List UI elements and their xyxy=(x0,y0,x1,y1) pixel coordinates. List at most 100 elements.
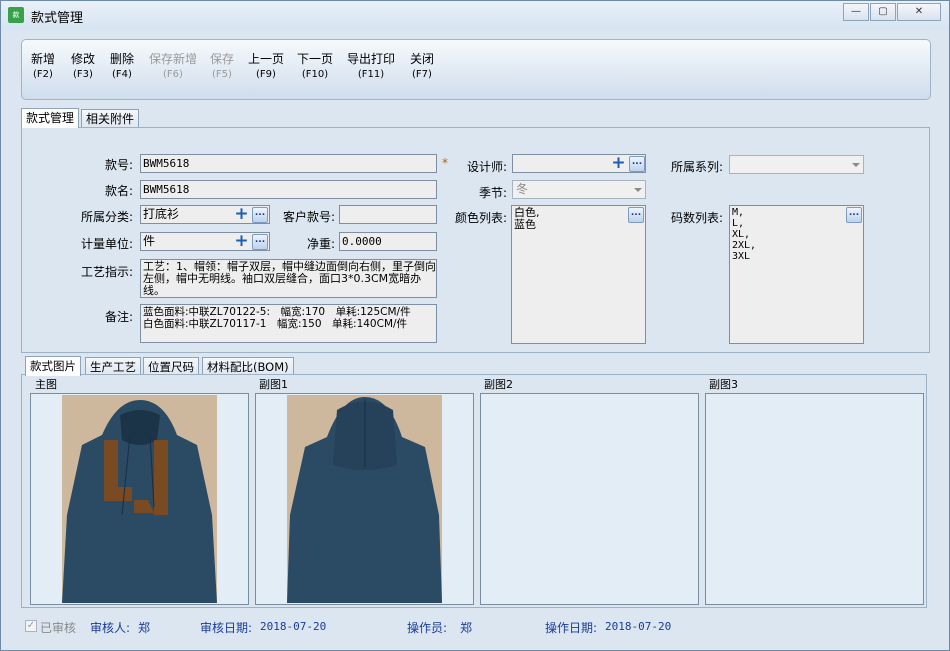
delete-key: (F4) xyxy=(112,69,132,80)
add-key: (F2) xyxy=(33,69,53,80)
net-weight-field[interactable]: 0.0000 xyxy=(339,232,437,251)
size-item: 2XL, xyxy=(732,240,757,251)
colors-list[interactable]: 白色, 蓝色 xyxy=(511,205,646,344)
designer-label: 设计师: xyxy=(466,160,507,174)
save-new-key: (F6) xyxy=(163,69,183,80)
process-field[interactable]: 工艺：1、帽领：帽子双层，帽中缝边面倒向右侧，里子倒向左侧，帽中无明线。袖口双层… xyxy=(140,259,437,298)
size-item: M, xyxy=(732,207,745,218)
style-name-label: 款名: xyxy=(104,184,133,198)
size-item: XL, xyxy=(732,229,751,240)
delete-label: 删除 xyxy=(109,52,134,66)
remark-line-2: 白色面料:中联ZL70117-1 幅宽:150 单耗:140CM/件 xyxy=(143,318,408,330)
title-bar: 款 款式管理 — ▢ ✕ xyxy=(1,1,949,29)
delete-button[interactable]: 删除 (F4) xyxy=(106,52,138,82)
save-button[interactable]: 保存 (F5) xyxy=(207,52,237,82)
tab-attachments[interactable]: 相关附件 xyxy=(81,109,140,128)
remark-field[interactable]: 蓝色面料:中联ZL70122-5: 幅宽:170 单耗:125CM/件 白色面料… xyxy=(140,304,437,343)
designer-browse-button[interactable]: ... xyxy=(629,156,645,172)
main-image-box[interactable] xyxy=(30,393,249,605)
operator-label: 操作员: xyxy=(407,621,448,635)
prev-page-label: 上一页 xyxy=(247,52,284,66)
close-label: 关闭 xyxy=(409,52,434,66)
unit-browse-button[interactable]: ... xyxy=(252,234,268,250)
edit-key: (F3) xyxy=(73,69,93,80)
sub-image-2-box[interactable] xyxy=(480,393,699,605)
sub-image-2-header: 副图2 xyxy=(484,378,513,391)
operator-value: 郑 xyxy=(460,621,473,635)
season-select[interactable]: 冬 xyxy=(512,180,646,199)
maximize-button[interactable]: ▢ xyxy=(870,3,896,21)
add-button[interactable]: 新增 (F2) xyxy=(27,52,59,82)
close-key: (F7) xyxy=(412,69,432,80)
style-no-label: 款号: xyxy=(104,158,133,172)
style-name-field[interactable]: BWM5618 xyxy=(140,180,437,199)
close-window-button[interactable]: ✕ xyxy=(897,3,941,21)
sub-image-3-box[interactable] xyxy=(705,393,924,605)
designer-add-icon[interactable]: + xyxy=(610,155,627,172)
save-new-label: 保存新增 xyxy=(148,52,197,66)
category-add-icon[interactable]: + xyxy=(233,206,250,223)
hoodie-front-image xyxy=(62,395,217,603)
main-image-header: 主图 xyxy=(35,378,57,391)
customer-no-label: 客户款号: xyxy=(282,210,335,224)
category-field[interactable]: 打底衫 xyxy=(140,205,270,224)
color-item: 蓝色 xyxy=(514,218,536,231)
size-item: 3XL xyxy=(732,251,751,262)
hoodie-back-image xyxy=(287,395,442,603)
remark-line-1: 蓝色面料:中联ZL70122-5: 幅宽:170 单耗:125CM/件 xyxy=(143,306,411,318)
prev-page-button[interactable]: 上一页 (F9) xyxy=(246,52,286,82)
tab-style-images[interactable]: 款式图片 xyxy=(25,356,81,376)
hoodie-back-photo xyxy=(287,395,442,603)
toolbar: 新增 (F2) 修改 (F3) 删除 (F4) 保存新增 (F6) 保存 (F5) 上一页… xyxy=(21,39,931,100)
customer-no-field[interactable] xyxy=(339,205,437,224)
edit-label: 修改 xyxy=(70,52,95,66)
colors-label: 颜色列表: xyxy=(454,211,507,225)
window-title: 款式管理 xyxy=(31,11,84,26)
save-new-button[interactable]: 保存新增 (F6) xyxy=(147,52,199,82)
export-print-label: 导出打印 xyxy=(346,52,395,66)
process-label: 工艺指示: xyxy=(80,265,133,279)
sub-image-3-header: 副图3 xyxy=(709,378,738,391)
edit-button[interactable]: 修改 (F3) xyxy=(67,52,99,82)
prev-page-key: (F9) xyxy=(256,69,276,80)
category-browse-button[interactable]: ... xyxy=(252,207,268,223)
unit-add-icon[interactable]: + xyxy=(233,233,250,250)
sub-image-1-box[interactable] xyxy=(255,393,474,605)
next-page-button[interactable]: 下一页 (F10) xyxy=(295,52,335,82)
sizes-browse-button[interactable]: ... xyxy=(846,207,862,223)
net-weight-label: 净重: xyxy=(306,237,335,251)
save-label: 保存 xyxy=(209,52,234,66)
review-date-value: 2018-07-20 xyxy=(260,620,327,633)
add-label: 新增 xyxy=(30,52,55,66)
colors-browse-button[interactable]: ... xyxy=(628,207,644,223)
approved-label: 已审核 xyxy=(40,621,77,635)
op-date-label: 操作日期: xyxy=(545,621,598,635)
save-key: (F5) xyxy=(212,69,232,80)
series-select[interactable] xyxy=(729,155,864,174)
close-button[interactable]: 关闭 (F7) xyxy=(406,52,438,82)
next-page-key: (F10) xyxy=(301,69,329,80)
season-label: 季节: xyxy=(478,186,507,200)
op-date-value: 2018-07-20 xyxy=(605,620,672,633)
series-label: 所属系列: xyxy=(670,160,723,174)
sizes-list[interactable]: M, L, XL, 2XL, 3XL xyxy=(729,205,864,344)
export-print-key: (F11) xyxy=(357,69,385,80)
next-page-label: 下一页 xyxy=(296,52,333,66)
style-management-window: 款 款式管理 — ▢ ✕ 新增 (F2) 修改 (F3) 删除 (F4) 保存新增 (F… xyxy=(0,0,950,651)
remark-label: 备注: xyxy=(104,310,133,324)
unit-label: 计量单位: xyxy=(80,237,133,251)
hoodie-front-photo xyxy=(62,395,217,603)
minimize-button[interactable]: — xyxy=(843,3,869,21)
chevron-down-icon xyxy=(852,163,860,167)
season-value: 冬 xyxy=(516,182,529,196)
approved-checkbox[interactable]: ✓ xyxy=(25,620,37,632)
tab-style-management[interactable]: 款式管理 xyxy=(21,108,80,128)
export-print-button[interactable]: 导出打印 (F11) xyxy=(345,52,397,82)
chevron-down-icon xyxy=(634,188,642,192)
category-label: 所属分类: xyxy=(80,210,133,224)
style-no-field[interactable]: BWM5618 xyxy=(140,154,437,173)
reviewer-value: 郑 xyxy=(138,621,151,635)
sub-image-1-header: 副图1 xyxy=(259,378,288,391)
size-item: L, xyxy=(732,218,745,229)
unit-field[interactable]: 件 xyxy=(140,232,270,251)
